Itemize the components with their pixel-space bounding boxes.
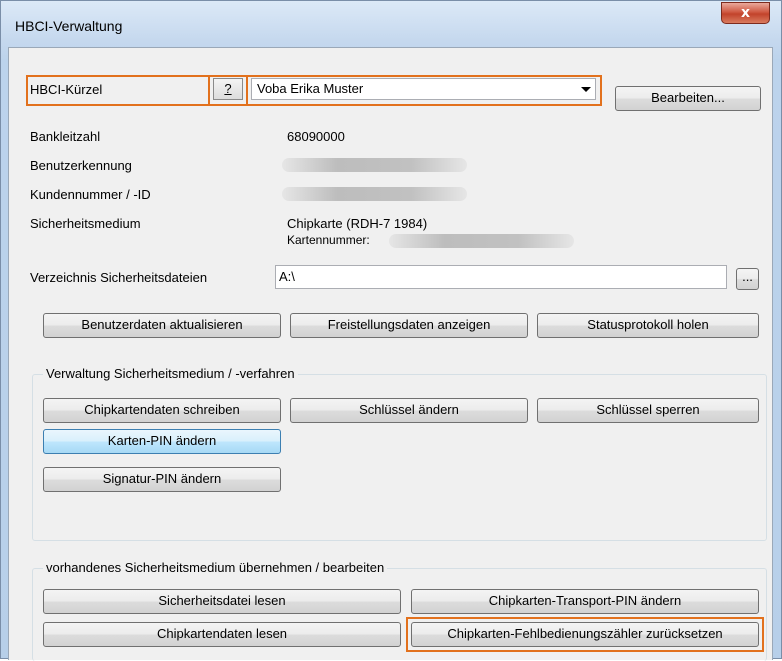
bearbeiten-button[interactable]: Bearbeiten... bbox=[615, 86, 761, 111]
sicherheitsmedium-value: Chipkarte (RDH-7 1984) bbox=[287, 216, 428, 231]
kundennummer-label: Kundennummer / -ID bbox=[30, 187, 151, 202]
schluessel-aendern-button[interactable]: Schlüssel ändern bbox=[290, 398, 528, 423]
chevron-down-icon[interactable] bbox=[581, 87, 591, 92]
benutzerdaten-button[interactable]: Benutzerdaten aktualisieren bbox=[43, 313, 281, 338]
verzeichnis-label: Verzeichnis Sicherheitsdateien bbox=[30, 270, 208, 285]
blz-value: 68090000 bbox=[287, 129, 345, 144]
close-button[interactable]: x bbox=[721, 2, 770, 24]
signatur-pin-button[interactable]: Signatur-PIN ändern bbox=[43, 467, 281, 492]
kuerzel-select[interactable]: Voba Erika Muster bbox=[251, 78, 596, 100]
schluessel-sperren-button[interactable]: Schlüssel sperren bbox=[537, 398, 759, 423]
kuerzel-select-value: Voba Erika Muster bbox=[257, 81, 364, 96]
chipkartendaten-lesen-button[interactable]: Chipkartendaten lesen bbox=[43, 622, 401, 647]
kundennummer-redacted bbox=[282, 187, 467, 201]
group-uebernehmen-title: vorhandenes Sicherheitsmedium übernehmen… bbox=[43, 560, 388, 575]
verzeichnis-input[interactable]: A:\ bbox=[275, 265, 727, 289]
sicherheitsdatei-lesen-button[interactable]: Sicherheitsdatei lesen bbox=[43, 589, 401, 614]
group-uebernehmen bbox=[32, 568, 767, 661]
chipkartendaten-schreiben-button[interactable]: Chipkartendaten schreiben bbox=[43, 398, 281, 423]
help-button[interactable]: ? bbox=[213, 78, 243, 100]
kuerzel-label: HBCI-Kürzel bbox=[30, 82, 103, 97]
kartennummer-label: Kartennummer: bbox=[287, 233, 370, 247]
group-verwaltung-title: Verwaltung Sicherheitsmedium / -verfahre… bbox=[43, 366, 298, 381]
close-icon: x bbox=[740, 5, 751, 21]
dialog-window: HBCI-Verwaltung x HBCI-Kürzel ? Voba Eri… bbox=[0, 0, 782, 661]
browse-button[interactable]: ... bbox=[736, 268, 759, 290]
window-title: HBCI-Verwaltung bbox=[15, 18, 123, 34]
karten-pin-button[interactable]: Karten-PIN ändern bbox=[43, 429, 281, 454]
benutzerkennung-redacted bbox=[282, 158, 467, 172]
benutzerkennung-label: Benutzerkennung bbox=[30, 158, 132, 173]
kartennummer-redacted bbox=[389, 234, 574, 248]
freistellungsdaten-button[interactable]: Freistellungsdaten anzeigen bbox=[290, 313, 528, 338]
help-icon: ? bbox=[224, 81, 232, 96]
blz-label: Bankleitzahl bbox=[30, 129, 101, 144]
statusprotokoll-button[interactable]: Statusprotokoll holen bbox=[537, 313, 759, 338]
fehlbedienungszaehler-button[interactable]: Chipkarten-Fehlbedienungszähler zurückse… bbox=[411, 622, 759, 647]
sicherheitsmedium-label: Sicherheitsmedium bbox=[30, 216, 141, 231]
transport-pin-button[interactable]: Chipkarten-Transport-PIN ändern bbox=[411, 589, 759, 614]
dialog-client-area: HBCI-Kürzel ? Voba Erika Muster Bearbeit… bbox=[8, 47, 773, 661]
